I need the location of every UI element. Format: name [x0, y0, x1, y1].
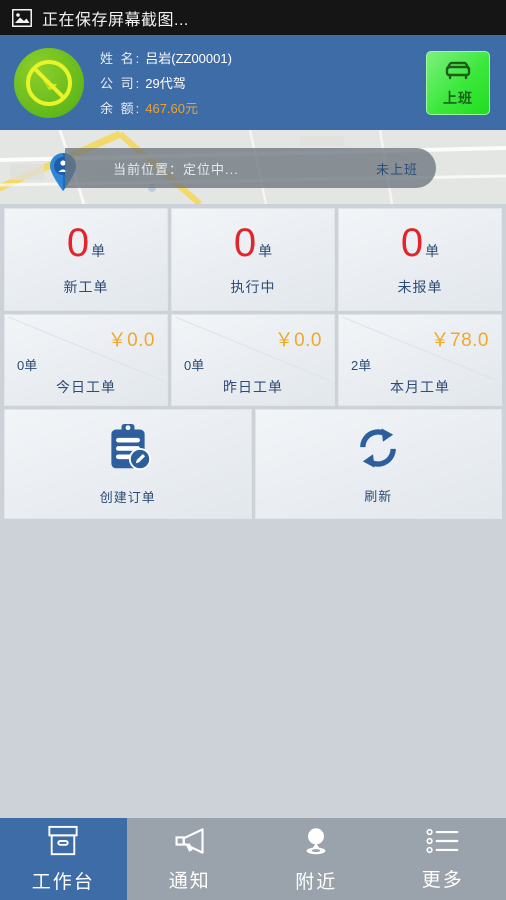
car-icon	[443, 57, 473, 86]
revenue-row: ￥0.0 0单 今日工单 ￥0.0 0单 昨日工单 ￥78.0 2单 本月工单	[2, 314, 504, 406]
tab-notifications[interactable]: 通知	[127, 818, 254, 900]
tab-more[interactable]: 更多	[380, 818, 506, 900]
profile-name-label: 姓 名:	[100, 51, 142, 66]
order-count-row: 0 单 新工单 0 单 执行中 0 单 未报单	[2, 208, 504, 311]
create-order-label: 创建订单	[99, 490, 156, 505]
refresh-button[interactable]: 刷新	[254, 409, 502, 519]
tab-notifications-label: 通知	[168, 870, 211, 892]
count-line: 0 单	[401, 223, 439, 263]
work-status-badge: 未上班	[375, 161, 418, 177]
refresh-label: 刷新	[364, 489, 393, 504]
tab-workbench-label: 工作台	[31, 871, 95, 893]
current-location-value: 定位中...	[183, 161, 239, 177]
current-location-bar[interactable]: 当前位置：定位中... 未上班	[65, 148, 436, 188]
card-month-orders[interactable]: ￥78.0 2单 本月工单	[338, 314, 502, 406]
today-label: 今日工单	[56, 379, 116, 395]
image-icon	[11, 8, 33, 27]
profile-row-name: 姓 名: 吕岩(ZZ00001)	[100, 48, 232, 67]
card-in-progress[interactable]: 0 单 执行中	[171, 208, 335, 311]
unreported-count: 0	[400, 220, 424, 265]
shift-start-button[interactable]: 上班	[426, 50, 490, 115]
create-order-button[interactable]: 创建订单	[4, 409, 252, 519]
bottom-navigation: 工作台 通知 附近 更多	[0, 818, 506, 900]
new-orders-label: 新工单	[63, 278, 109, 295]
card-unreported[interactable]: 0 单 未报单	[338, 208, 502, 311]
month-count: 2单	[351, 358, 372, 373]
profile-balance-value: 467.60元	[145, 101, 198, 116]
dashboard-grid: 0 单 新工单 0 单 执行中 0 单 未报单 ￥0.0 0单 今日工单 ￥0.…	[0, 204, 506, 519]
clipboard-edit-icon	[104, 422, 152, 479]
profile-row-company: 公 司: 29代驾	[100, 73, 232, 92]
card-new-orders[interactable]: 0 单 新工单	[4, 208, 168, 311]
count-line: 0 单	[234, 223, 272, 263]
profile-company-label: 公 司:	[100, 76, 142, 91]
tab-nearby[interactable]: 附近	[253, 818, 380, 900]
refresh-icon	[353, 423, 403, 478]
profile-info: 姓 名: 吕岩(ZZ00001) 公 司: 29代驾 余 额: 467.60元	[100, 48, 232, 117]
no-drunk-driving-icon	[14, 47, 84, 118]
status-bar-text: 正在保存屏幕截图...	[42, 11, 189, 29]
profile-balance-label: 余 额:	[100, 101, 142, 116]
month-amount: ￥78.0	[430, 330, 489, 351]
list-icon	[426, 827, 460, 860]
megaphone-icon	[173, 826, 207, 861]
current-location-label: 当前位置：	[113, 161, 184, 177]
location-pin-icon	[300, 825, 332, 862]
profile-company-value: 29代驾	[145, 76, 186, 91]
shift-start-label: 上班	[443, 90, 473, 106]
box-icon	[46, 825, 80, 862]
tab-nearby-label: 附近	[295, 871, 338, 893]
new-orders-unit: 单	[91, 242, 106, 259]
map-strip[interactable]: 当前位置：定位中... 未上班	[0, 130, 506, 204]
yesterday-count: 0单	[184, 358, 205, 373]
current-location-text: 当前位置：定位中...	[113, 159, 239, 178]
profile-name-value: 吕岩(ZZ00001)	[145, 51, 232, 66]
yesterday-amount: ￥0.0	[274, 330, 322, 351]
in-progress-unit: 单	[258, 242, 273, 259]
tab-more-label: 更多	[421, 869, 464, 891]
action-row: 创建订单 刷新	[2, 409, 504, 519]
today-count: 0单	[17, 358, 38, 373]
card-today-orders[interactable]: ￥0.0 0单 今日工单	[4, 314, 168, 406]
new-orders-count: 0	[66, 220, 90, 265]
unreported-unit: 单	[425, 242, 440, 259]
in-progress-label: 执行中	[230, 278, 276, 295]
in-progress-count: 0	[233, 220, 257, 265]
month-label: 本月工单	[390, 379, 450, 395]
today-amount: ￥0.0	[107, 330, 155, 351]
yesterday-label: 昨日工单	[223, 379, 283, 395]
status-bar: 正在保存屏幕截图...	[0, 0, 506, 35]
count-line: 0 单	[67, 223, 105, 263]
profile-row-balance: 余 额: 467.60元	[100, 98, 232, 117]
unreported-label: 未报单	[397, 278, 443, 295]
tab-workbench[interactable]: 工作台	[0, 818, 127, 900]
profile-header: 姓 名: 吕岩(ZZ00001) 公 司: 29代驾 余 额: 467.60元 …	[0, 35, 506, 130]
card-yesterday-orders[interactable]: ￥0.0 0单 昨日工单	[171, 314, 335, 406]
